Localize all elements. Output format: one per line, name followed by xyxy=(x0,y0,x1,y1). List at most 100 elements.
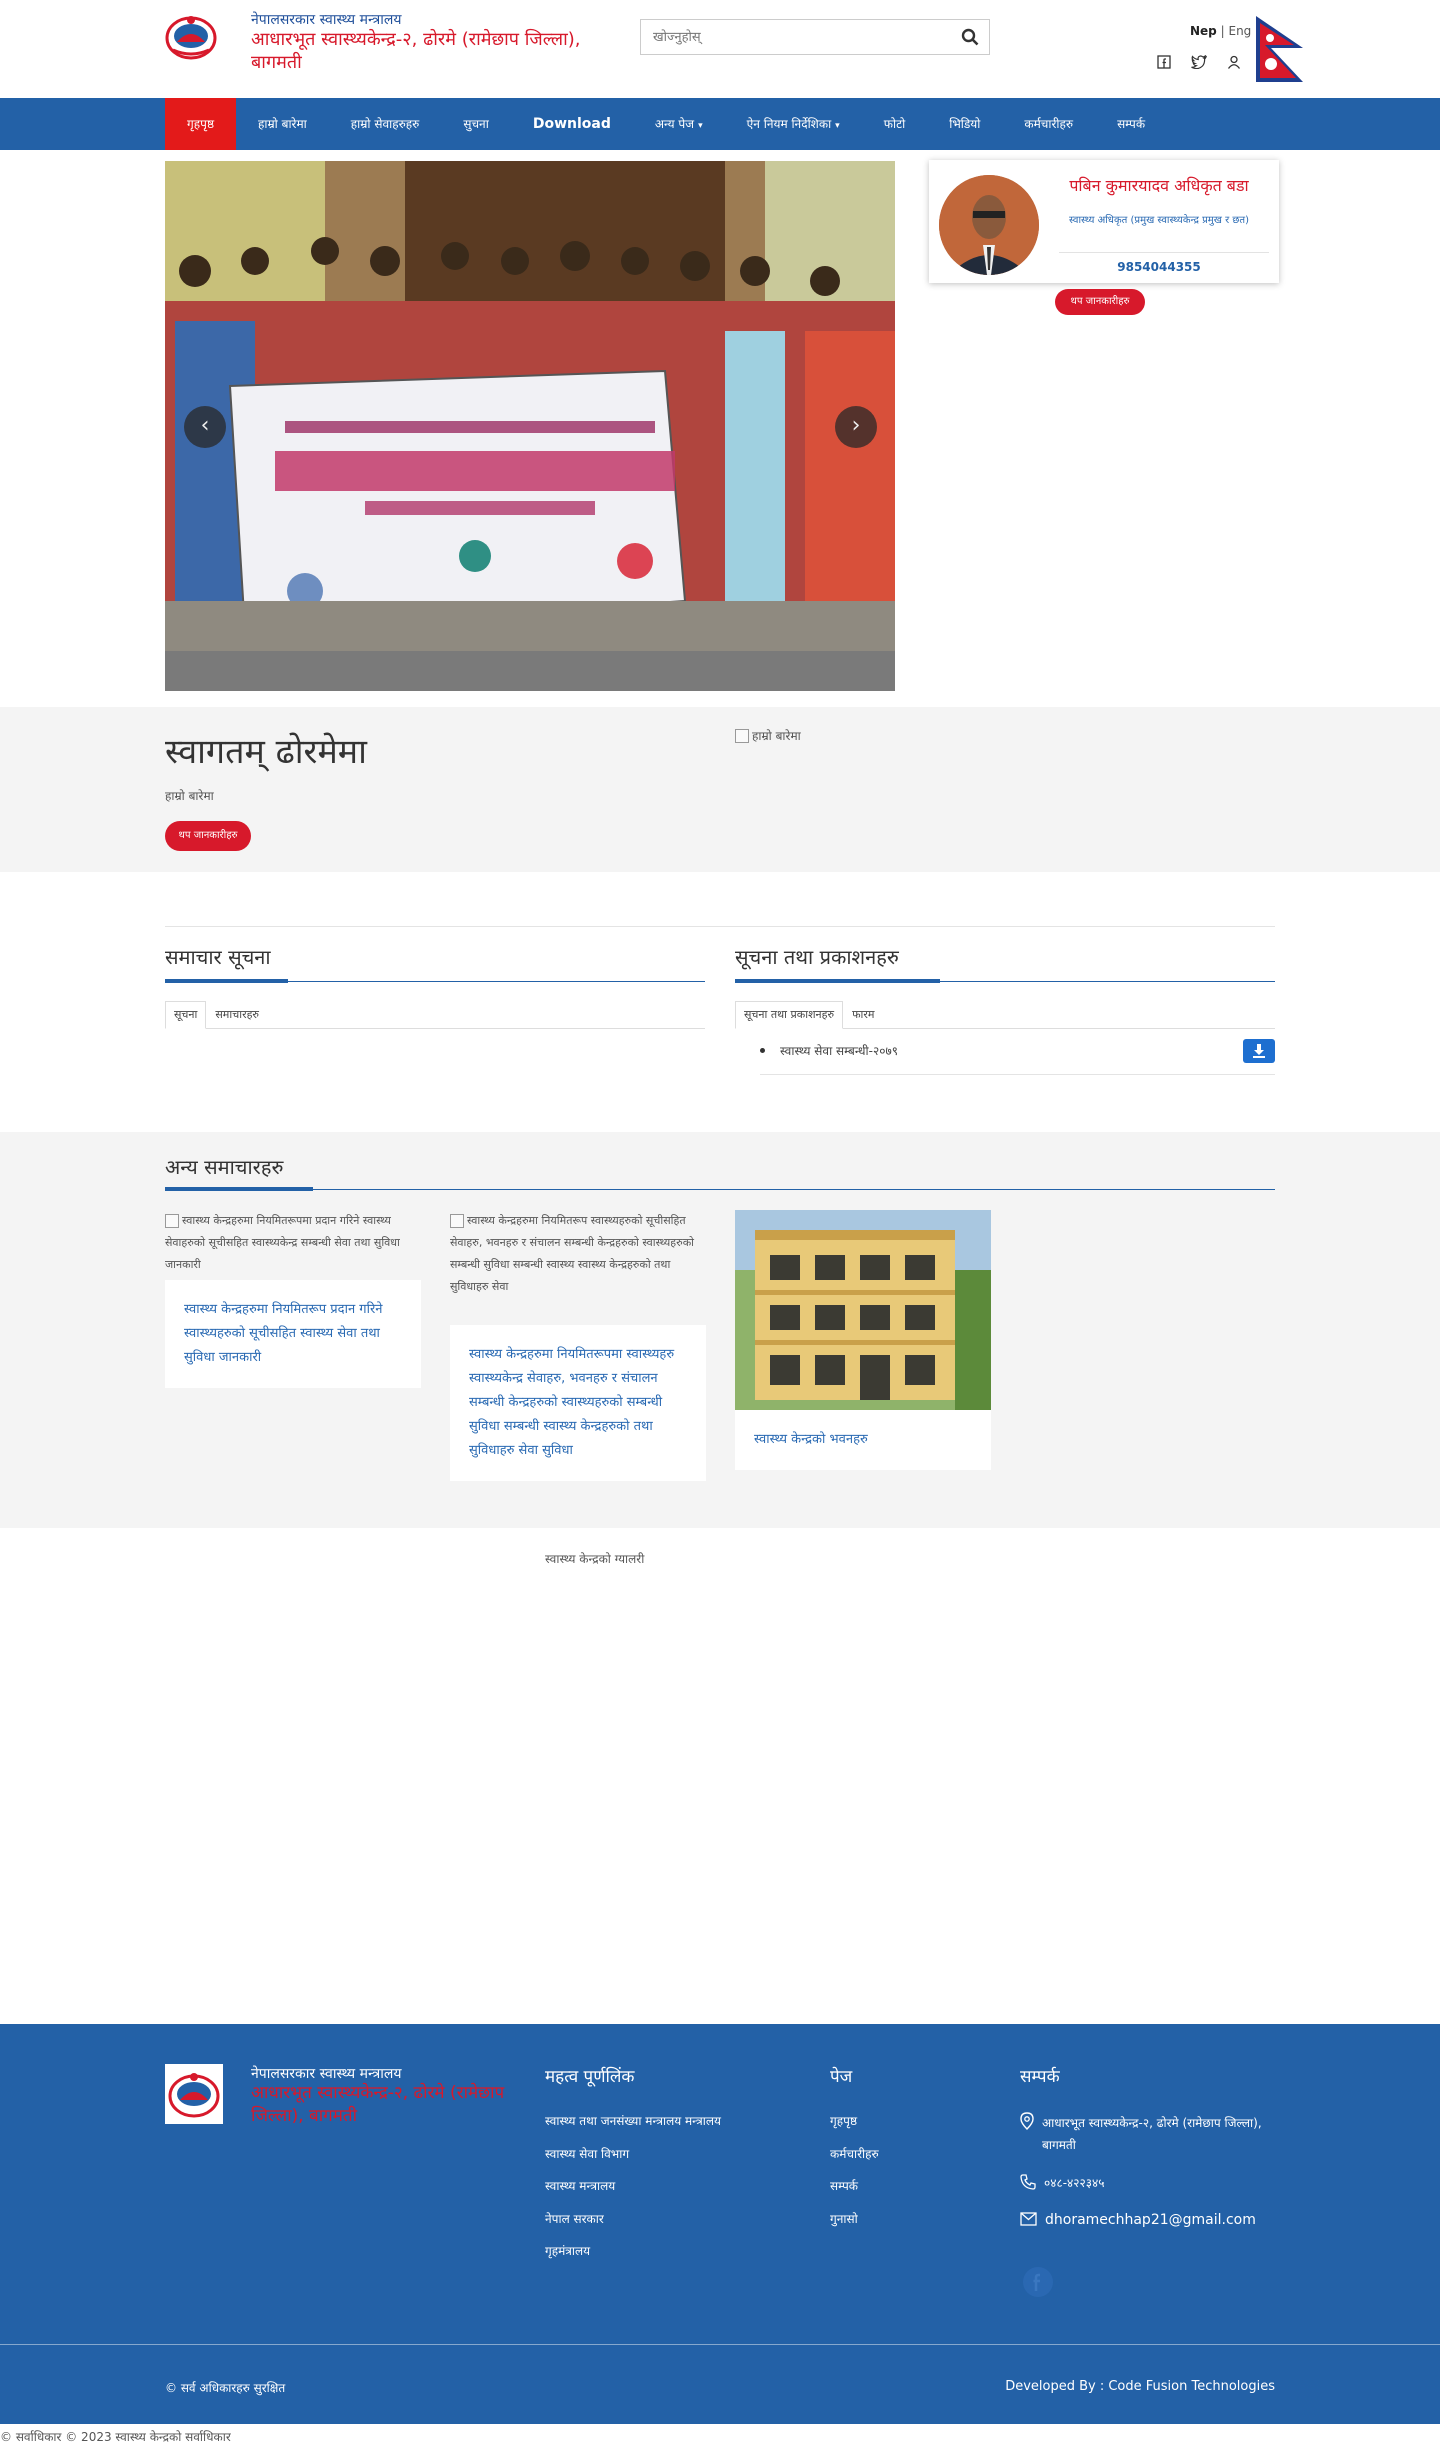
download-item: स्वास्थ्य सेवा सम्बन्धी-२०७९ xyxy=(760,1037,1275,1075)
broken-image-icon xyxy=(165,1214,179,1228)
slider-next-button[interactable]: › xyxy=(835,406,877,448)
footer-page-link-1[interactable]: कर्मचारीहरु xyxy=(830,2145,879,2178)
site-header: नेपालसरकार स्वास्थ्य मन्त्रालय आधारभूत स… xyxy=(0,0,1440,98)
lang-nep-link[interactable]: Nep xyxy=(1190,24,1217,38)
footer-email: dhoramechhap21@gmail.com xyxy=(1020,2212,1256,2230)
tab-notice[interactable]: सूचना xyxy=(165,1001,207,1029)
broken-image-icon xyxy=(450,1214,464,1228)
health-center-name[interactable]: आधारभूत स्वास्थ्यकेन्द्र-२, ढोरमे (रामेछ… xyxy=(251,28,601,74)
news-card-3-link[interactable]: स्वास्थ्य केन्द्रको भवनहरु xyxy=(735,1410,991,1470)
footer-link-4[interactable]: गृहमंत्रालय xyxy=(545,2242,721,2275)
government-emblem-logo[interactable] xyxy=(165,12,217,60)
nav-item-label: अन्य पेज xyxy=(654,117,695,131)
footer-links-list: स्वास्थ्य तथा जनसंख्या मन्त्रालय मन्त्रा… xyxy=(545,2112,721,2275)
news-card-3-image[interactable] xyxy=(735,1210,991,1410)
download-icon[interactable] xyxy=(1243,1039,1275,1063)
nav-item-label: ऐन नियम निर्देशिका xyxy=(746,117,832,131)
footer-address: आधारभूत स्वास्थ्यकेन्द्र-२, ढोरमे (रामेछ… xyxy=(1020,2112,1275,2156)
profile-more-button[interactable]: थप जानकारीहरु xyxy=(1055,289,1145,315)
main-navigation: गृहपृष्ठ हाम्रो बारेमा हाम्रो सेवाहरुहरु सु… xyxy=(0,98,1440,150)
footer-page-link-2[interactable]: सम्पर्क xyxy=(830,2177,879,2210)
nav-item-label: गृहपृष्ठ xyxy=(187,117,215,131)
social-links xyxy=(1157,54,1241,73)
nav-item-label: फोटो xyxy=(883,117,906,131)
image-slider: ‹ › xyxy=(165,161,895,691)
news-card-3: स्वास्थ्य केन्द्रको भवनहरु xyxy=(735,1410,991,1470)
downloads-section-title: सूचना तथा प्रकाशनहरु xyxy=(735,945,899,969)
downloads-title-underline xyxy=(735,979,1275,983)
news-card-2-link[interactable]: स्वास्थ्य केन्द्रहरुमा नियमितरूपमा स्वास… xyxy=(450,1325,706,1481)
nav-item-label: Download xyxy=(532,116,611,132)
tab-forms[interactable]: फारम xyxy=(843,1001,883,1028)
welcome-section: स्वागतम् ढोरमेमा हाम्रो बारेमा थप जानकार… xyxy=(0,707,1440,872)
footer-email-text[interactable]: dhoramechhap21@gmail.com xyxy=(1045,2212,1256,2230)
nav-items: गृहपृष्ठ हाम्रो बारेमा हाम्रो सेवाहरुहरु सु… xyxy=(165,98,1167,150)
news-card-1-link[interactable]: स्वास्थ्य केन्द्रहरुमा नियमितरूप प्रदान … xyxy=(165,1280,421,1388)
welcome-title: स्वागतम् ढोरमेमा xyxy=(165,732,367,772)
footer-contact-title: सम्पर्क xyxy=(1020,2067,1060,2087)
footer-link-3[interactable]: नेपाल सरकार xyxy=(545,2210,721,2243)
about-image-placeholder: हाम्रो बारेमा xyxy=(735,727,801,744)
nav-item-6[interactable]: ऐन नियम निर्देशिका ▾ xyxy=(725,98,862,150)
nav-item-10[interactable]: सम्पर्क xyxy=(1095,98,1167,150)
welcome-more-button[interactable]: थप जानकारीहरु xyxy=(165,821,251,851)
facebook-icon[interactable] xyxy=(1157,54,1171,73)
nav-item-0[interactable]: गृहपृष्ठ xyxy=(165,98,237,150)
footer-link-2[interactable]: स्वास्थ्य मन्त्रालय xyxy=(545,2177,721,2210)
card-divider xyxy=(1059,252,1269,253)
footer-page-link-0[interactable]: गृहपृष्ठ xyxy=(830,2112,879,2145)
nav-item-4[interactable]: Download xyxy=(511,98,633,150)
user-login-icon[interactable] xyxy=(1227,54,1241,73)
footer-pages-title: पेज xyxy=(830,2067,853,2087)
about-image-alt: हाम्रो बारेमा xyxy=(752,729,801,743)
news-section-title: समाचार सूचना xyxy=(165,945,271,969)
footer-link-1[interactable]: स्वास्थ्य सेवा विभाग xyxy=(545,2145,721,2178)
nav-item-label: सुचना xyxy=(463,117,489,131)
footer-page-link-3[interactable]: गुनासो xyxy=(830,2210,879,2243)
nav-item-label: भिडियो xyxy=(949,117,981,131)
twitter-icon[interactable] xyxy=(1191,54,1208,73)
bullet xyxy=(760,1048,765,1053)
download-item-title[interactable]: स्वास्थ्य सेवा सम्बन्धी-२०७९ xyxy=(780,1042,898,1059)
site-footer: नेपालसरकार स्वास्थ्य मन्त्रालय आधारभूत स… xyxy=(0,2024,1440,2424)
section-top-border xyxy=(165,926,1275,927)
slider-caption-bar xyxy=(165,651,895,691)
footer-facebook-icon[interactable] xyxy=(1022,2266,1054,2302)
news-tabs: सूचना समाचारहरु xyxy=(165,1001,705,1029)
news-card-1: स्वास्थ्य केन्द्रहरुमा नियमितरूप प्रदान … xyxy=(165,1280,421,1388)
news-title-underline xyxy=(165,979,705,983)
footer-ministry-label: नेपालसरकार स्वास्थ्य मन्त्रालय xyxy=(251,2066,402,2082)
news-card-2: स्वास्थ्य केन्द्रहरुमा नियमितरूपमा स्वास… xyxy=(450,1325,706,1481)
footer-pages-list: गृहपृष्ठ कर्मचारीहरु सम्पर्क गुनासो xyxy=(830,2112,879,2242)
footer-logo[interactable] xyxy=(165,2064,223,2124)
nav-item-2[interactable]: हाम्रो सेवाहरुहरु xyxy=(329,98,442,150)
lang-eng-link[interactable]: Eng xyxy=(1228,24,1251,38)
tab-news[interactable]: समाचारहरु xyxy=(206,1001,268,1028)
tab-publications[interactable]: सूचना तथा प्रकाशनहरु xyxy=(735,1001,844,1029)
lang-separator: | xyxy=(1220,24,1225,38)
nepal-flag-icon xyxy=(1253,14,1308,84)
footer-developer-credit[interactable]: Developed By : Code Fusion Technologies xyxy=(1005,2379,1275,2394)
other-news-underline xyxy=(165,1187,1275,1191)
slider-prev-button[interactable]: ‹ xyxy=(184,406,226,448)
nav-item-9[interactable]: कर्मचारीहरु xyxy=(1002,98,1095,150)
news-card-1-image-alt: स्वास्थ्य केन्द्रहरुमा नियमितरूपमा प्रदा… xyxy=(165,1210,421,1276)
nav-item-8[interactable]: भिडियो xyxy=(927,98,1002,150)
nav-item-1[interactable]: हाम्रो बारेमा xyxy=(236,98,329,150)
chief-profile-card: पबिन कुमारयादव अधिकृत बडा स्वास्थ्य अधिक… xyxy=(929,160,1279,283)
other-news-title: अन्य समाचारहरु xyxy=(165,1155,284,1179)
footer-phone-text[interactable]: ०४८-४२२३४५ xyxy=(1044,2174,1105,2193)
nav-item-5[interactable]: अन्य पेज ▾ xyxy=(633,98,725,150)
broken-image-icon xyxy=(735,728,749,743)
nav-item-3[interactable]: सुचना xyxy=(441,98,511,150)
footer-link-0[interactable]: स्वास्थ्य तथा जनसंख्या मन्त्रालय मन्त्रा… xyxy=(545,2112,721,2145)
chevron-down-icon: ▾ xyxy=(835,121,840,131)
nav-item-7[interactable]: फोटो xyxy=(862,98,928,150)
nav-item-label: कर्मचारीहरु xyxy=(1024,117,1074,131)
nav-item-label: हाम्रो बारेमा xyxy=(258,117,307,131)
search-icon[interactable] xyxy=(961,28,979,50)
search-input[interactable] xyxy=(641,20,941,54)
news-card-2-image-alt: स्वास्थ्य केन्द्रहरुमा नियमितरूप स्वास्थ… xyxy=(450,1210,706,1298)
chief-role: स्वास्थ्य अधिकृत (प्रमुख स्वास्थ्यकेन्द्… xyxy=(1069,215,1249,226)
downloads-tabs: सूचना तथा प्रकाशनहरु फारम xyxy=(735,1001,1275,1029)
